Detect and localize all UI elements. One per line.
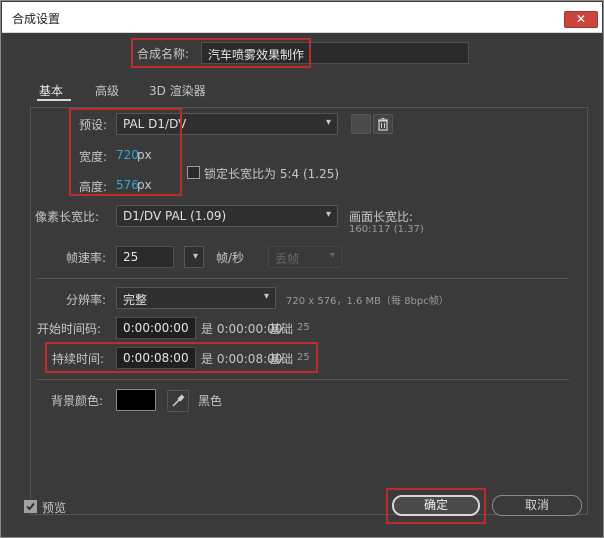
eyedropper-icon[interactable] <box>167 390 189 412</box>
checkmark-icon <box>26 502 35 511</box>
background-color-label: 背景颜色: <box>51 394 104 408</box>
frame-rate-label: 帧速率: <box>66 251 107 265</box>
chevron-down-icon: ▾ <box>329 250 335 261</box>
chevron-down-icon: ▾ <box>192 251 198 262</box>
cancel-button[interactable]: 取消 <box>492 495 582 516</box>
duration-base-label: 基础 <box>269 352 294 366</box>
start-timecode-label: 开始时间码: <box>37 322 102 336</box>
height-value[interactable]: 576 <box>116 178 139 192</box>
lock-aspect-label: 锁定长宽比为 5:4 (1.25) <box>204 167 340 181</box>
background-color-name: 黑色 <box>198 394 223 408</box>
trash-glyph <box>378 117 388 131</box>
frame-aspect-value: 160:117 (1.37) <box>349 224 424 235</box>
close-button[interactable]: ✕ <box>564 11 598 28</box>
width-value[interactable]: 720 <box>116 148 139 162</box>
start-timecode-base-value: 25 <box>297 322 310 333</box>
tab-3d-renderer[interactable]: 3D 渲染器 <box>149 82 206 99</box>
width-label: 宽度: <box>79 150 108 164</box>
pixel-aspect-value: D1/DV PAL (1.09) <box>123 209 227 223</box>
frame-rate-input[interactable]: 25 <box>116 246 174 268</box>
frame-rate-unit: 帧/秒 <box>216 251 245 265</box>
chevron-down-icon: ▾ <box>325 209 331 220</box>
comp-name-input[interactable]: 汽车喷雾效果制作 <box>201 42 469 64</box>
start-timecode-input[interactable]: 0:00:00:00 <box>116 317 196 339</box>
tab-basic[interactable]: 基本 <box>39 82 63 99</box>
eyedropper-glyph <box>172 394 185 407</box>
chevron-down-icon: ▾ <box>263 291 269 302</box>
resolution-label: 分辨率: <box>66 293 107 307</box>
comp-name-label: 合成名称: <box>137 47 190 61</box>
pixel-aspect-label: 像素长宽比: <box>35 210 100 224</box>
start-timecode-base-label: 基础 <box>269 322 294 336</box>
title-bar: 合成设置 ✕ <box>2 2 602 33</box>
divider <box>36 379 569 380</box>
height-label: 高度: <box>79 180 108 194</box>
preset-dropdown[interactable]: PAL D1/DV ▾ <box>116 113 338 135</box>
close-icon: ✕ <box>575 12 587 26</box>
drop-frame-dropdown: 丢帧 ▾ <box>268 246 342 268</box>
background-color-swatch[interactable] <box>116 389 156 411</box>
preset-label: 预设: <box>79 118 108 132</box>
trash-icon[interactable] <box>373 114 393 134</box>
height-unit: px <box>137 178 152 192</box>
pixel-aspect-dropdown[interactable]: D1/DV PAL (1.09) ▾ <box>116 205 338 227</box>
duration-input[interactable]: 0:00:08:00 <box>116 347 196 369</box>
chevron-down-icon: ▾ <box>325 117 331 128</box>
dialog-body: 合成名称: 汽车喷雾效果制作 基本 高级 3D 渲染器 预设: PAL D1/D… <box>6 33 599 534</box>
save-preset-icon[interactable] <box>351 114 371 134</box>
duration-label: 持续时间: <box>52 352 105 366</box>
resolution-value: 完整 <box>123 293 148 307</box>
lock-aspect-checkbox[interactable] <box>187 166 200 179</box>
drop-frame-value: 丢帧 <box>275 252 300 266</box>
duration-base-value: 25 <box>297 352 310 363</box>
resolution-dropdown[interactable]: 完整 ▾ <box>116 287 276 309</box>
window-title: 合成设置 <box>12 12 61 26</box>
resolution-info: 720 x 576，1.6 MB（每 8bpc帧） <box>286 296 449 307</box>
composition-settings-dialog: 合成设置 ✕ 合成名称: 汽车喷雾效果制作 基本 高级 3D 渲染器 预设: P… <box>0 0 604 538</box>
divider <box>36 278 569 279</box>
preview-label: 预览 <box>42 501 67 515</box>
tab-active-indicator <box>37 99 71 101</box>
preview-checkbox[interactable] <box>24 500 37 513</box>
preset-value: PAL D1/DV <box>123 117 187 131</box>
ok-button[interactable]: 确定 <box>392 495 480 516</box>
frame-aspect-label: 画面长宽比: <box>349 210 414 224</box>
width-unit: px <box>137 148 152 162</box>
tab-advanced[interactable]: 高级 <box>95 82 119 99</box>
frame-rate-dropdown[interactable]: ▾ <box>184 246 204 268</box>
